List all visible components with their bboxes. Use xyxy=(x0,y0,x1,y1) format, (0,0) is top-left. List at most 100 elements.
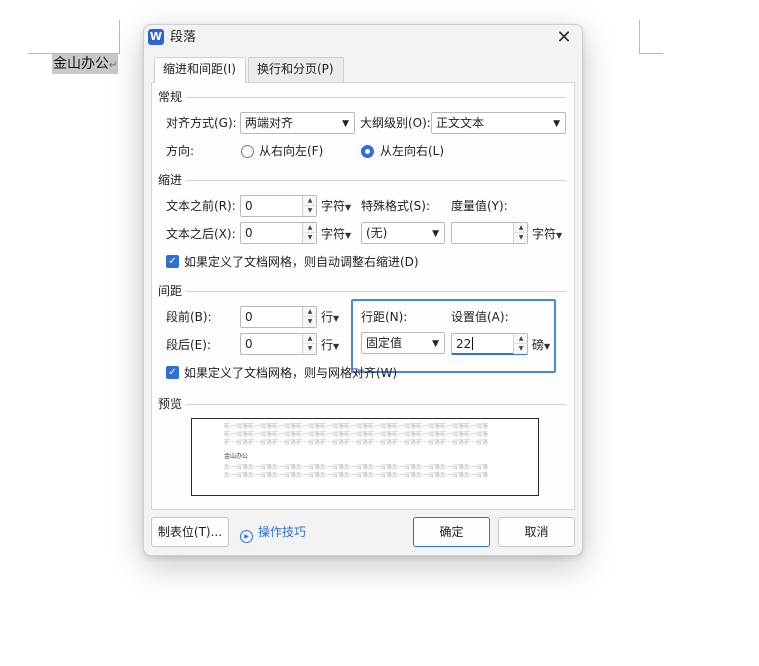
indent-after-value: 0 xyxy=(245,226,253,240)
set-value-label: 设置值(A): xyxy=(451,310,509,324)
document-text: 金山办公 xyxy=(53,56,109,72)
text-cursor xyxy=(472,337,474,350)
dropdown-arrow-icon: ▼ xyxy=(553,119,560,129)
measure-unit[interactable]: 字符▼ xyxy=(532,226,562,244)
tab-line-page-breaks[interactable]: 换行和分页(P) xyxy=(248,57,344,82)
section-title-spacing: 间距 xyxy=(158,284,183,298)
spacing-after-unit[interactable]: 行▼ xyxy=(321,337,339,355)
page-corner-mark-right xyxy=(639,20,663,54)
radio-left-to-right[interactable] xyxy=(361,145,374,158)
measure-spinner: ▲ ▼ xyxy=(513,223,528,243)
section-divider xyxy=(186,291,566,292)
preview-next-line: 后一段落后一段落后一段落后一段落后一段落后一段落后一段落后一段落后一段落后一段落… xyxy=(224,472,489,479)
spacing-after-input[interactable]: 0 ▲ ▼ xyxy=(240,333,317,355)
indent-after-unit-text: 字符 xyxy=(321,227,346,241)
spin-down-icon[interactable]: ▼ xyxy=(303,206,317,216)
dropdown-arrow-icon: ▼ xyxy=(342,119,349,129)
spin-up-icon[interactable]: ▲ xyxy=(303,334,317,344)
special-format-value: (无) xyxy=(366,226,388,240)
radio-right-to-left-label[interactable]: 从右向左(F) xyxy=(259,143,323,159)
measure-label: 度量值(Y): xyxy=(451,199,508,213)
spin-down-icon[interactable]: ▼ xyxy=(303,344,317,354)
ok-button[interactable]: 确定 xyxy=(413,517,490,547)
indent-grid-checkbox-label[interactable]: 如果定义了文档网格，则自动调整右缩进(D) xyxy=(184,254,419,270)
spacing-after-value: 0 xyxy=(245,337,253,351)
spacing-grid-checkbox-label[interactable]: 如果定义了文档网格，则与网格对齐(W) xyxy=(184,365,397,381)
radio-left-to-right-label[interactable]: 从左向右(L) xyxy=(380,143,444,159)
special-format-label: 特殊格式(S): xyxy=(361,199,431,213)
tab-stops-button[interactable]: 制表位(T)... xyxy=(151,517,229,547)
section-divider xyxy=(186,97,566,98)
dropdown-arrow-icon: ▼ xyxy=(345,231,352,240)
set-value-unit-text: 磅 xyxy=(532,338,545,352)
paragraph-preview: 前一段落前一段落前一段落前一段落前一段落前一段落前一段落前一段落前一段落前一段落… xyxy=(191,418,539,496)
alignment-label: 对齐方式(G): xyxy=(166,116,237,130)
indent-after-input[interactable]: 0 ▲ ▼ xyxy=(240,222,317,244)
outline-level-label: 大纲级别(O): xyxy=(360,116,431,130)
indent-before-unit-text: 字符 xyxy=(321,199,346,213)
cancel-button[interactable]: 取消 xyxy=(498,517,575,547)
section-title-preview: 预览 xyxy=(158,397,183,411)
dropdown-arrow-icon: ▼ xyxy=(556,231,563,240)
dropdown-arrow-icon: ▼ xyxy=(333,314,340,323)
spin-down-icon[interactable]: ▼ xyxy=(303,233,317,243)
special-format-select[interactable]: (无) ▼ xyxy=(361,222,445,244)
indent-after-label: 文本之后(X): xyxy=(166,227,236,241)
spacing-before-unit-text: 行 xyxy=(321,310,334,324)
indent-after-spinner: ▲ ▼ xyxy=(302,223,317,243)
spin-up-icon[interactable]: ▲ xyxy=(303,307,317,317)
document-selected-text[interactable]: 金山办公↵ xyxy=(52,54,119,74)
dialog-titlebar[interactable]: W 段落 ✕ xyxy=(144,25,582,53)
set-value-value: 22 xyxy=(456,337,472,351)
close-icon[interactable]: ✕ xyxy=(554,28,574,48)
dialog-title: 段落 xyxy=(170,30,197,45)
outline-level-select[interactable]: 正文文本 ▼ xyxy=(431,112,566,134)
outline-level-value: 正文文本 xyxy=(436,116,485,130)
indent-after-unit[interactable]: 字符▼ xyxy=(321,226,351,244)
spacing-after-label: 段后(E): xyxy=(166,338,211,352)
measure-input[interactable]: ▲ ▼ xyxy=(451,222,528,244)
section-title-indent: 缩进 xyxy=(158,173,183,187)
indent-grid-checkbox[interactable]: ✓ xyxy=(166,255,179,268)
measure-unit-text: 字符 xyxy=(532,227,557,241)
spin-down-icon[interactable]: ▼ xyxy=(303,317,317,327)
preview-prev-line: 前一段落前一段落前一段落前一段落前一段落前一段落前一段落前一段落前一段落前一段落… xyxy=(224,431,489,438)
set-value-input[interactable]: 22 ▲ ▼ xyxy=(451,333,528,355)
preview-next-line: 后一段落后一段落后一段落后一段落后一段落后一段落后一段落后一段落后一段落后一段落… xyxy=(224,464,489,471)
tips-link-label: 操作技巧 xyxy=(258,525,307,539)
indent-before-unit[interactable]: 字符▼ xyxy=(321,198,351,216)
line-spacing-select[interactable]: 固定值 ▼ xyxy=(361,332,445,354)
alignment-value: 两端对齐 xyxy=(245,116,294,130)
spacing-before-input[interactable]: 0 ▲ ▼ xyxy=(240,306,317,328)
preview-prev-line: 前一段落前一段落前一段落前一段落前一段落前一段落前一段落前一段落前一段落前一段落… xyxy=(224,439,489,446)
preview-prev-line: 前一段落前一段落前一段落前一段落前一段落前一段落前一段落前一段落前一段落前一段落… xyxy=(224,423,489,430)
dropdown-arrow-icon: ▼ xyxy=(432,229,439,239)
spin-down-icon[interactable]: ▼ xyxy=(514,344,528,354)
indent-before-input[interactable]: 0 ▲ ▼ xyxy=(240,195,317,217)
spin-up-icon[interactable]: ▲ xyxy=(514,334,528,344)
dropdown-arrow-icon: ▼ xyxy=(345,203,352,212)
spacing-after-unit-text: 行 xyxy=(321,338,334,352)
alignment-select[interactable]: 两端对齐 ▼ xyxy=(240,112,355,134)
spacing-before-value: 0 xyxy=(245,310,253,324)
spin-up-icon[interactable]: ▲ xyxy=(514,223,528,233)
tips-link[interactable]: ▶ 操作技巧 xyxy=(240,524,306,543)
play-circle-icon: ▶ xyxy=(240,530,253,543)
tab-indent-spacing[interactable]: 缩进和间距(I) xyxy=(154,57,246,83)
set-value-spinner: ▲ ▼ xyxy=(513,334,528,354)
set-value-unit[interactable]: 磅▼ xyxy=(532,337,550,355)
spin-down-icon[interactable]: ▼ xyxy=(514,233,528,243)
spacing-grid-checkbox[interactable]: ✓ xyxy=(166,366,179,379)
spacing-after-spinner: ▲ ▼ xyxy=(302,334,317,354)
page-corner-mark-left xyxy=(28,20,120,54)
dropdown-arrow-icon: ▼ xyxy=(333,342,340,351)
spacing-before-spinner: ▲ ▼ xyxy=(302,307,317,327)
section-divider xyxy=(186,404,566,405)
wps-writer-icon: W xyxy=(148,29,164,45)
paragraph-mark-icon: ↵ xyxy=(109,60,118,71)
spacing-before-unit[interactable]: 行▼ xyxy=(321,309,339,327)
radio-right-to-left[interactable] xyxy=(241,145,254,158)
spin-up-icon[interactable]: ▲ xyxy=(303,196,317,206)
indent-before-spinner: ▲ ▼ xyxy=(302,196,317,216)
spin-up-icon[interactable]: ▲ xyxy=(303,223,317,233)
